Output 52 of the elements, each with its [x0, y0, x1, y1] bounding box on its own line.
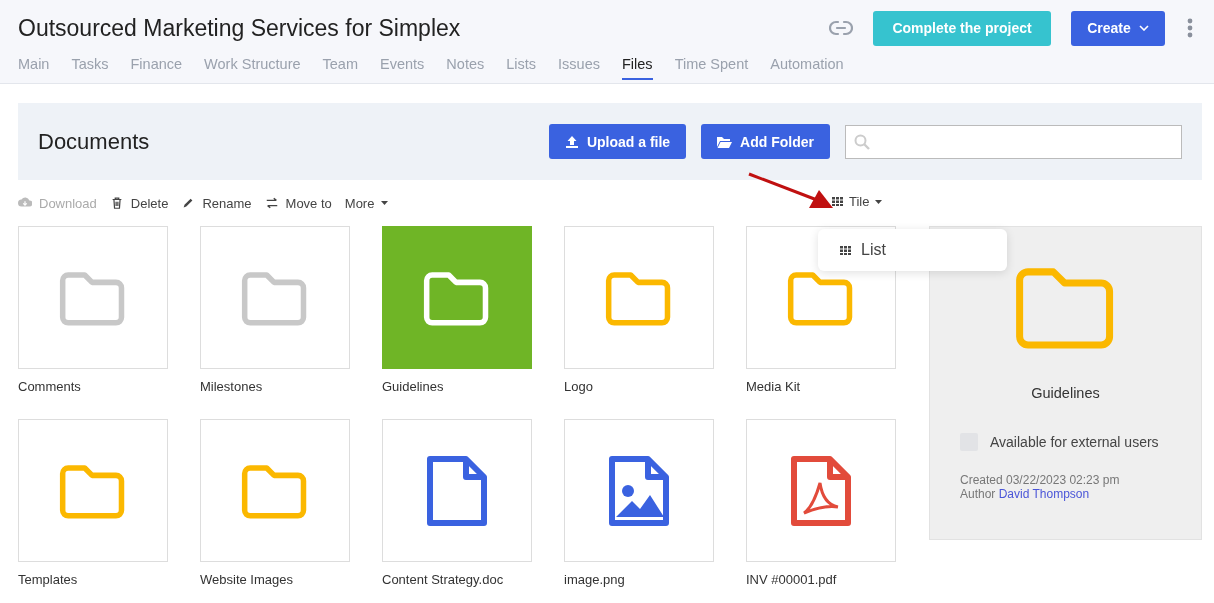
checkbox-label: Available for external users	[990, 434, 1159, 450]
grid-icon	[840, 245, 851, 255]
caret-icon	[381, 201, 389, 205]
file-name: Media Kit	[746, 379, 802, 394]
cloud-download-icon	[18, 196, 32, 210]
file-name: Website Images	[200, 572, 294, 587]
documents-title: Documents	[38, 128, 151, 155]
tab[interactable]: Team	[322, 56, 358, 80]
tab[interactable]: Lists	[506, 56, 537, 80]
upload-icon	[564, 134, 579, 149]
tab[interactable]: Main	[18, 56, 50, 80]
folder-icon	[717, 135, 733, 148]
project-title: Outsourced Marketing Services for Simplex	[18, 14, 462, 42]
tab[interactable]: Files	[622, 56, 653, 80]
tab[interactable]: Automation	[770, 56, 844, 80]
selected-item-name: Guidelines	[1031, 385, 1100, 401]
search-icon	[854, 133, 870, 150]
chevron-down-icon	[1138, 25, 1149, 31]
file-name: Guidelines	[382, 379, 445, 394]
tab[interactable]: Work Structure	[204, 56, 301, 80]
swap-arrows-icon	[264, 196, 279, 210]
toolbar-action[interactable]: Move to	[264, 195, 332, 211]
author-link[interactable]: David Thompson	[998, 487, 1090, 501]
search-field[interactable]	[845, 124, 1182, 159]
upload-file-button[interactable]: Upload a file	[548, 124, 687, 159]
more-options-icon[interactable]	[1187, 18, 1193, 38]
file-name: image.png	[564, 572, 626, 587]
file-tile[interactable]	[382, 226, 532, 369]
menu-item[interactable]: List	[840, 241, 886, 259]
tab[interactable]: Notes	[446, 56, 485, 80]
tab[interactable]: Tasks	[71, 56, 109, 80]
grid-icon	[832, 197, 843, 206]
toolbar-action[interactable]: Rename	[181, 195, 252, 211]
view-mode-dropdown[interactable]: Tile	[832, 194, 883, 209]
tab[interactable]: Issues	[558, 56, 600, 80]
tab[interactable]: Time Spent	[674, 56, 749, 80]
caret-icon	[875, 199, 883, 204]
complete-project-button[interactable]: Complete the project	[873, 10, 1051, 46]
file-name: Content Strategy.doc	[382, 572, 505, 587]
created-date: Created 03/22/2023 02:23 pm	[960, 473, 1120, 487]
toolbar-action[interactable]: More	[344, 195, 389, 211]
author-label: Author	[960, 487, 996, 501]
file-name: Milestones	[200, 379, 264, 394]
tab[interactable]: Events	[380, 56, 425, 80]
tab[interactable]: Finance	[130, 56, 183, 80]
file-name: Logo	[564, 379, 594, 394]
create-button[interactable]: Create	[1071, 10, 1165, 46]
file-name: INV #00001.pdf	[746, 572, 838, 587]
file-name: Comments	[18, 379, 82, 394]
add-folder-button[interactable]: Add Folder	[701, 124, 830, 159]
toolbar-action[interactable]: Delete	[109, 195, 169, 211]
file-name: Templates	[18, 572, 79, 587]
